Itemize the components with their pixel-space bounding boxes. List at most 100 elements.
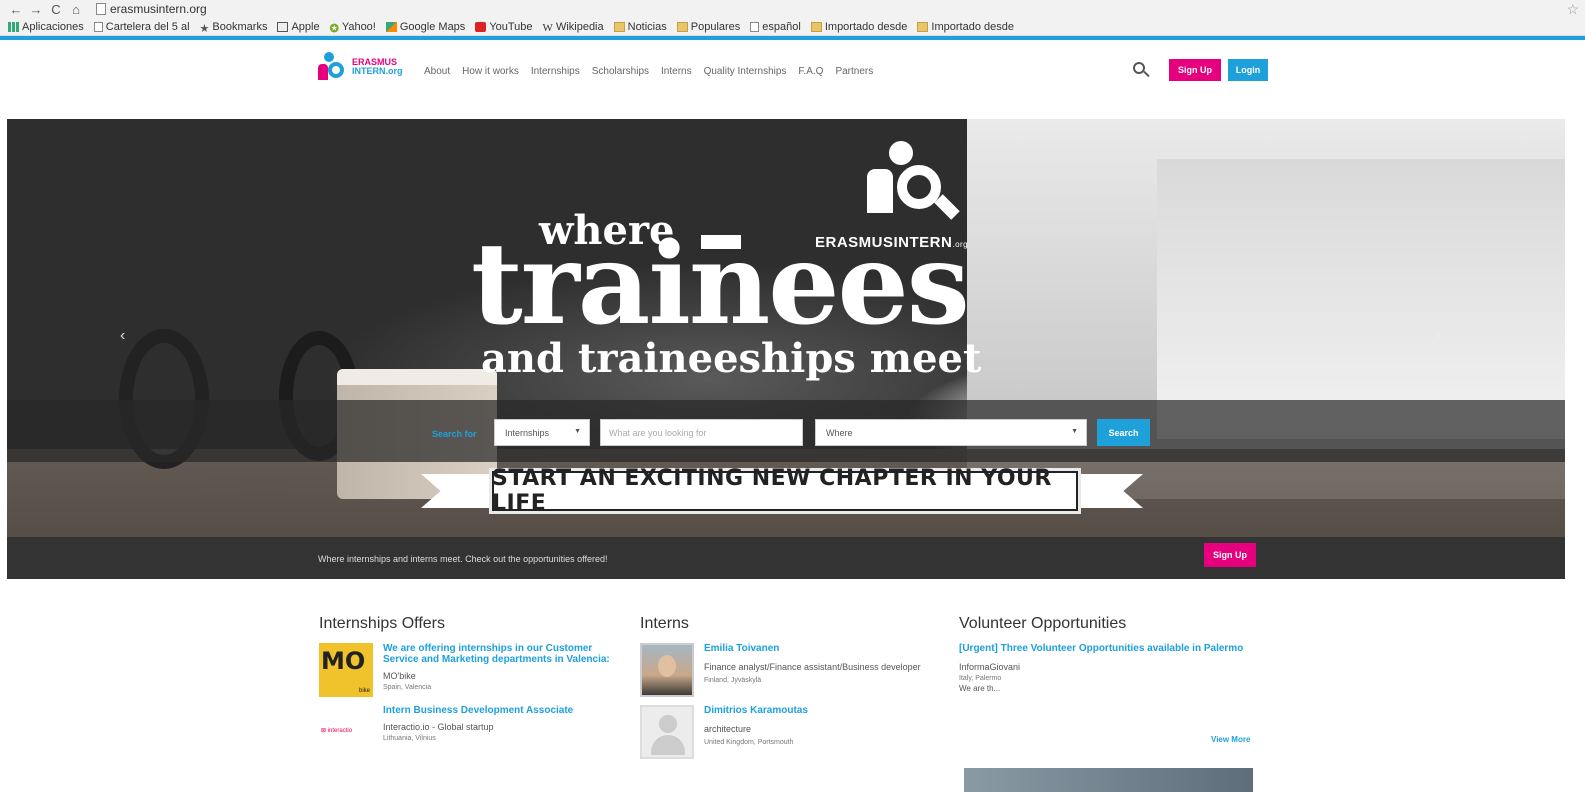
offer-location: Lithuania, Vilnius: [383, 735, 436, 742]
intern-location: Finland, Jyväskylä: [704, 677, 762, 684]
nav-interns[interactable]: Interns: [661, 66, 692, 77]
list-item: Emilia Toivanen Finance analyst/Finance …: [640, 643, 930, 697]
bookmarks-bar: Aplicaciones Cartelera del 5 al ★ Bookmar…: [0, 18, 1585, 36]
avatar-placeholder-icon[interactable]: [640, 705, 694, 759]
header-login-button[interactable]: Login: [1228, 59, 1268, 81]
folder-icon: [613, 21, 625, 32]
bookmark-apps[interactable]: Aplicaciones: [8, 21, 84, 33]
nav-how-it-works[interactable]: How it works: [462, 66, 519, 77]
bookmark-importado-2[interactable]: Importado desde: [917, 21, 1014, 33]
logo-text-line2: INTERN.org: [352, 66, 403, 76]
browser-address-bar: ← → C ⌂ erasmusintern.org ☆: [0, 0, 1585, 18]
volunteer-image[interactable]: [964, 768, 1253, 792]
search-for-label: Search for: [432, 429, 477, 439]
nav-quality-internships[interactable]: Quality Internships: [704, 66, 787, 77]
logo-mark-icon: [318, 52, 348, 82]
interactio-logo[interactable]: ⊠ interactio: [319, 705, 373, 759]
intern-description: Finance analyst/Finance assistant/Busine…: [704, 662, 921, 672]
nav-internships[interactable]: Internships: [531, 66, 580, 77]
bookmark-espanol[interactable]: español: [750, 21, 801, 33]
search-where-select[interactable]: Where ▼: [815, 419, 1087, 446]
chevron-down-icon: ▼: [1071, 428, 1078, 435]
intern-name[interactable]: Emilia Toivanen: [704, 643, 921, 654]
section-heading: Internships Offers: [319, 615, 445, 632]
search-what-input[interactable]: What are you looking for: [600, 419, 803, 446]
search-button[interactable]: Search: [1097, 419, 1150, 446]
volunteer-title[interactable]: [Urgent] Three Volunteer Opportunities a…: [959, 643, 1259, 654]
list-item: MO bike We are offering internships in ou…: [319, 643, 619, 697]
cta-band: [7, 537, 1565, 579]
volunteer-location: Italy, Palermo: [959, 675, 1002, 682]
offer-org: Interactio.io - Global startup: [383, 722, 494, 732]
hero-logo-icon: [867, 139, 960, 229]
carousel-next-arrow-icon[interactable]: ›: [1435, 327, 1440, 345]
cta-signup-button[interactable]: Sign Up: [1204, 543, 1256, 567]
chevron-down-icon: ▼: [574, 428, 581, 435]
home-icon[interactable]: ⌂: [68, 2, 84, 17]
bookmark-star-icon[interactable]: ☆: [1566, 1, 1579, 18]
bookmark-bookmarks[interactable]: ★ Bookmarks: [199, 21, 268, 35]
yahoo-icon: ✪: [329, 22, 339, 35]
bookmark-populares[interactable]: Populares: [676, 21, 740, 33]
volunteer-section: Volunteer Opportunities [Urgent] Three V…: [959, 615, 1259, 693]
star-icon: ★: [199, 22, 210, 35]
youtube-icon: [475, 21, 487, 32]
mobike-logo[interactable]: MO bike: [319, 643, 373, 697]
section-heading: Interns: [640, 615, 689, 632]
carousel-prev-arrow-icon[interactable]: ‹: [120, 327, 125, 345]
volunteer-description: We are th...: [959, 684, 1001, 693]
offer-title[interactable]: Intern Business Development Associate: [383, 705, 573, 716]
back-arrow-icon[interactable]: ←: [8, 2, 24, 17]
nav-scholarships[interactable]: Scholarships: [592, 66, 649, 77]
list-item: Dimitrios Karamoutas architecture United…: [640, 705, 930, 759]
header-signup-button[interactable]: Sign Up: [1169, 59, 1221, 81]
interns-section: Interns Emilia Toivanen Finance analyst/…: [640, 615, 930, 767]
chapter-banner: START AN EXCITING NEW CHAPTER IN YOUR LI…: [489, 466, 1081, 516]
internships-offers-section: Internships Offers MO bike We are offerin…: [319, 615, 619, 767]
reload-icon[interactable]: C: [48, 2, 64, 17]
list-item: ⊠ interactio Intern Business Development…: [319, 705, 619, 759]
forward-arrow-icon[interactable]: →: [28, 2, 44, 17]
intern-description: architecture: [704, 724, 752, 734]
wikipedia-icon: W: [542, 21, 553, 34]
nav-about[interactable]: About: [424, 66, 450, 77]
page-icon: [96, 3, 106, 15]
offer-title[interactable]: We are offering internships in our Custo…: [383, 643, 619, 665]
bookmark-importado-1[interactable]: Importado desde: [810, 21, 907, 33]
view-more-link[interactable]: View More: [1211, 735, 1250, 744]
apple-icon: [277, 21, 289, 32]
page-icon: [93, 21, 103, 32]
url-text[interactable]: erasmusintern.org: [110, 2, 207, 16]
main-nav: About How it works Internships Scholarsh…: [424, 66, 885, 77]
nav-partners[interactable]: Partners: [835, 66, 873, 77]
bookmark-wikipedia[interactable]: W Wikipedia: [542, 21, 604, 34]
avatar[interactable]: [640, 643, 694, 697]
bookmark-google-maps[interactable]: Google Maps: [385, 21, 465, 33]
folder-icon: [810, 21, 822, 32]
bookmark-yahoo[interactable]: ✪ Yahoo!: [329, 21, 376, 35]
search-type-select[interactable]: Internships ▼: [494, 419, 590, 446]
apps-grid-icon: [8, 21, 19, 32]
site-header: ERASMUS INTERN.org About How it works In…: [0, 40, 1585, 100]
page-icon: [750, 21, 760, 32]
volunteer-org: InformaGiovani: [959, 662, 1021, 672]
hero-carousel: ‹ › ERASMUSINTERN.org where trainees and…: [7, 119, 1565, 579]
offer-location: Spain, Valencia: [383, 684, 432, 691]
offer-org: MO'bike: [383, 671, 416, 681]
maps-icon: [385, 21, 397, 32]
hero-and-text: and traineeships meet: [481, 335, 982, 382]
bookmark-apple[interactable]: Apple: [277, 21, 320, 33]
bookmark-cartelera[interactable]: Cartelera del 5 al: [93, 21, 190, 33]
bookmark-youtube[interactable]: YouTube: [475, 21, 533, 33]
search-icon[interactable]: [1133, 62, 1150, 78]
folder-icon: [917, 21, 929, 32]
nav-faq[interactable]: F.A.Q: [798, 66, 823, 77]
intern-name[interactable]: Dimitrios Karamoutas: [704, 705, 808, 716]
hero-trainees-text: trainees: [471, 219, 970, 350]
folder-icon: [676, 21, 688, 32]
site-logo[interactable]: ERASMUS INTERN.org: [318, 52, 403, 82]
bookmark-noticias[interactable]: Noticias: [613, 21, 667, 33]
intern-location: United Kingdom, Portsmouth: [704, 739, 794, 746]
cta-text: Where internships and interns meet. Chec…: [318, 554, 608, 564]
section-heading: Volunteer Opportunities: [959, 615, 1127, 632]
